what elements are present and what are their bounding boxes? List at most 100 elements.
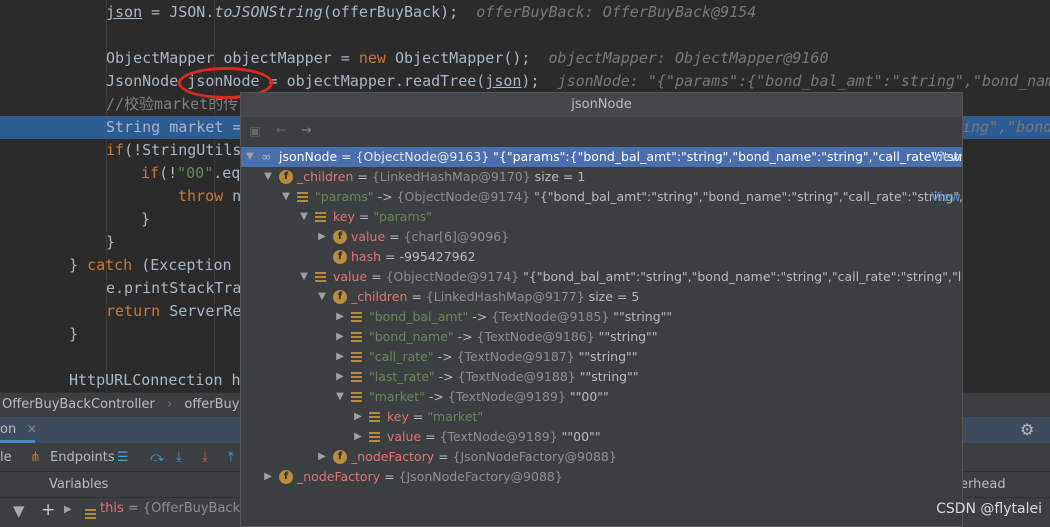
code-token: = JSON. (142, 3, 215, 21)
expand-icon[interactable]: ▶ (335, 327, 345, 347)
var-name: "params" (315, 189, 374, 204)
tree-row[interactable]: ▼ f _children = {LinkedHashMap@9177} size … (241, 287, 962, 307)
code-token: ServerRe (160, 302, 242, 320)
code-token: } (69, 256, 88, 274)
forward-arrow-icon[interactable]: → (301, 122, 311, 137)
code-token: JsonNode jsonNode = objectMapper.readTre… (106, 72, 486, 90)
var-name: value (333, 269, 368, 284)
collapse-icon[interactable]: ▼ (335, 387, 345, 407)
tree-row[interactable]: ▼ "params" -> {ObjectNode@9174} "{"bond_b… (241, 187, 962, 207)
expand-icon[interactable]: ▶ (335, 307, 345, 327)
add-watch-icon[interactable]: + (41, 500, 55, 520)
view-link[interactable]: View (931, 147, 961, 167)
var-value: ""string"" (609, 309, 673, 324)
operator: = (337, 149, 356, 164)
expand-icon[interactable]: ▶ (64, 504, 72, 515)
back-arrow-icon[interactable]: ← (276, 122, 286, 137)
var-name: _nodeFactory (351, 449, 435, 464)
tree-row[interactable]: f hash = -995427962 (241, 247, 962, 267)
var-name: key (387, 409, 409, 424)
code-line[interactable]: JsonNode jsonNode = objectMapper.readTre… (0, 70, 1050, 93)
collapse-icon[interactable]: ▼ (299, 267, 309, 287)
code-token: String market = (106, 118, 251, 136)
code-token: (!StringUtils (124, 141, 242, 159)
tree-row[interactable]: ▶ f _nodeFactory = {JsonNodeFactory@9088} (241, 447, 962, 467)
code-line[interactable]: ObjectMapper objectMapper = new ObjectMa… (0, 47, 1050, 70)
var-name: value (351, 229, 386, 244)
variables-title: Variables (49, 477, 109, 492)
tree-row[interactable]: ▶ key = "market" (241, 407, 962, 427)
step-out-icon[interactable]: ⤒ (228, 444, 234, 472)
string-value: "params" (373, 209, 432, 224)
expand-icon[interactable]: ▶ (353, 407, 363, 427)
map-entry-icon (315, 272, 326, 282)
var-name: "bond_name" (369, 329, 454, 344)
menu-icon[interactable]: ☰ (117, 444, 129, 472)
code-token: (! (159, 164, 178, 182)
var-name: jsonNode (279, 149, 338, 164)
field-list-icon (85, 509, 96, 519)
code-token: .eq (213, 164, 241, 182)
console-tab[interactable]: le (0, 444, 12, 472)
tree-row[interactable]: ▼ f _children = {LinkedHashMap@9170} size … (241, 167, 962, 187)
tree-row[interactable]: ▶ "call_rate" -> {TextNode@9187} ""string… (241, 347, 962, 367)
collapse-icon[interactable]: ▼ (299, 207, 309, 227)
tree-row[interactable]: ▶ f _nodeFactory = {JsonNodeFactory@9088} (241, 467, 962, 487)
view-link[interactable]: View (931, 187, 961, 207)
expand-icon[interactable]: ▶ (335, 367, 345, 387)
map-entry-icon (315, 212, 326, 222)
close-icon[interactable]: × (26, 422, 37, 437)
code-line[interactable]: json = JSON.toJSONString(offerBuyBack); … (0, 1, 1050, 24)
watch-glasses-icon: ∞ (261, 149, 272, 164)
code-token: throw (178, 187, 224, 205)
tree-row[interactable]: ▶ "bond_name" -> {TextNode@9186} ""string… (241, 327, 962, 347)
gear-icon[interactable]: ⚙ (1020, 417, 1034, 443)
field-icon: f (279, 470, 293, 484)
expand-icon[interactable]: ▶ (353, 427, 363, 447)
expand-icon[interactable]: ▶ (317, 227, 327, 247)
code-token: new (358, 49, 386, 67)
code-token: objectMapper: ObjectMapper@9160 (530, 49, 829, 67)
code-token: ); (521, 72, 540, 90)
type-info: {LinkedHashMap@9170} (371, 169, 531, 184)
popup-toolbar: ▣ ← → (241, 117, 962, 147)
type-info: {TextNode@9189} (447, 389, 566, 404)
map-entry-icon (351, 392, 362, 402)
breadcrumb-item[interactable]: OfferBuyBackController (2, 397, 155, 412)
map-entry-icon (351, 332, 362, 342)
tree-row[interactable]: ▼ key = "params" (241, 207, 962, 227)
field-icon: f (333, 290, 347, 304)
code-token: e.printStackTra (106, 279, 242, 297)
code-token: (Exception (132, 256, 232, 274)
collapse-icon[interactable]: ▼ (281, 187, 291, 207)
debug-tab[interactable]: on (0, 422, 16, 437)
var-value: size = 5 (584, 289, 640, 304)
force-step-into-icon[interactable]: ⤓ (202, 444, 208, 472)
collapse-icon[interactable]: ▼ (317, 287, 327, 307)
step-over-icon[interactable]: ⤼ (150, 444, 164, 472)
overhead-tab[interactable]: erhead (960, 472, 1006, 498)
tree-row[interactable]: ▼ value = {ObjectNode@9174} "{"bond_bal_a… (241, 267, 962, 287)
expand-icon[interactable]: ▶ (335, 347, 345, 367)
collapse-icon[interactable]: ▼ (263, 167, 273, 187)
step-into-icon[interactable]: ⤓ (176, 444, 182, 472)
collapse-icon[interactable]: ▼ (245, 147, 255, 167)
type-info: {TextNode@9185} (491, 309, 610, 324)
code-token: } (69, 325, 79, 343)
code-token: toJSONString (214, 3, 323, 21)
folder-icon[interactable]: ▣ (249, 123, 261, 138)
endpoints-tab[interactable]: Endpoints (50, 444, 115, 472)
tree-row[interactable]: ▼ ∞ jsonNode = {ObjectNode@9163} "{"params… (241, 147, 962, 167)
expand-icon[interactable]: ▶ (317, 447, 327, 467)
operator: = (408, 409, 428, 424)
tree-row[interactable]: ▶ "bond_bal_amt" -> {TextNode@9185} ""str… (241, 307, 962, 327)
type-info: {LinkedHashMap@9177} (425, 289, 585, 304)
tree-row[interactable]: ▶ f value = {char[6]@9096} (241, 227, 962, 247)
tree-row[interactable]: ▶ "last_rate" -> {TextNode@9188} ""string… (241, 367, 962, 387)
tree-row[interactable]: ▶ value = {TextNode@9189} ""00"" (241, 427, 962, 447)
tab-selected-indicator (0, 440, 35, 443)
expand-icon[interactable]: ▶ (263, 467, 273, 487)
tree-row[interactable]: ▼ "market" -> {TextNode@9189} ""00"" (241, 387, 962, 407)
filter-icon[interactable]: ▼ (13, 502, 25, 520)
code-token: if (141, 164, 160, 182)
